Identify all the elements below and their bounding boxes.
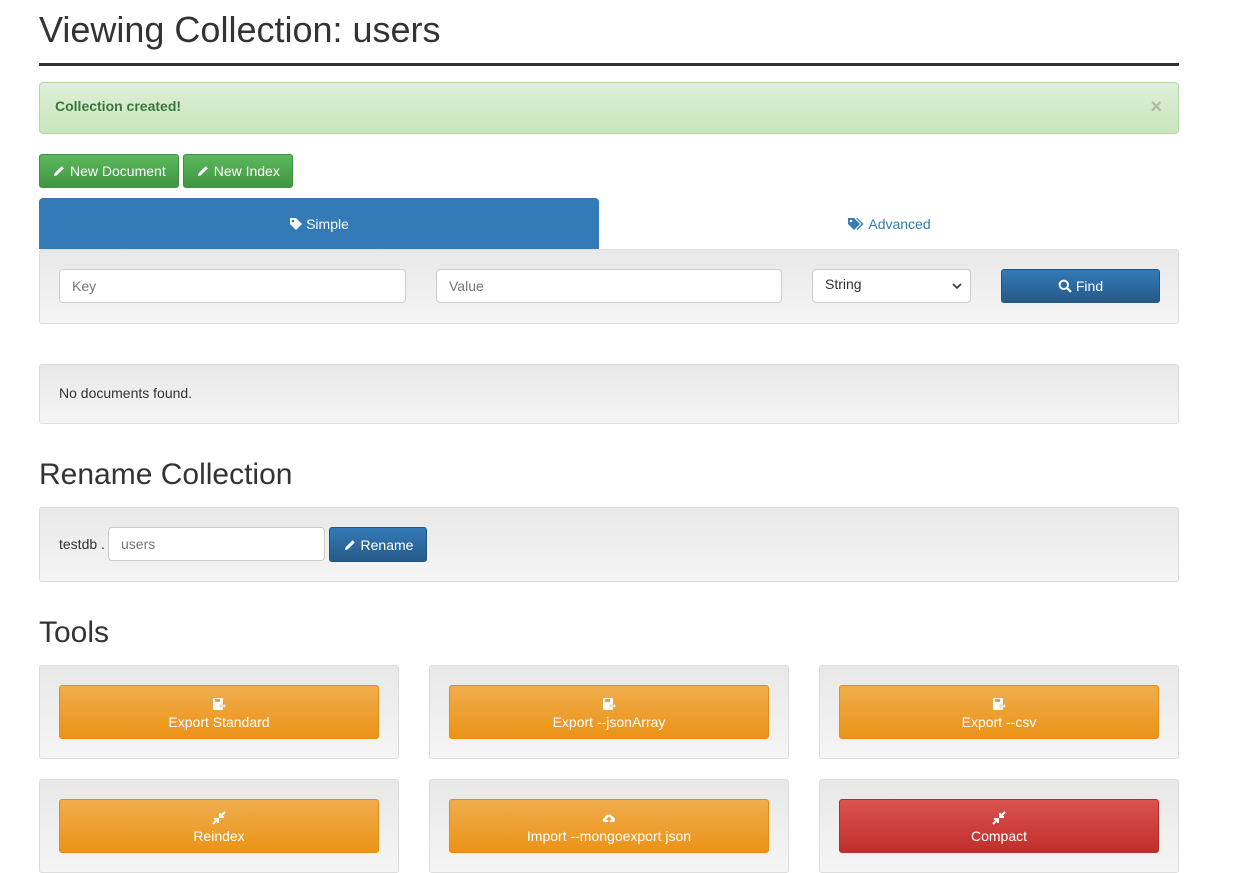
export-standard-label: Export Standard [168,714,270,730]
cloud-upload-icon [602,814,615,824]
new-document-button[interactable]: New Document [39,154,179,188]
compact-label: Compact [970,828,1028,844]
search-icon [1058,279,1072,293]
collection-page: Viewing Collection: users Collection cre… [39,0,1179,873]
rename-section-title: Rename Collection [39,458,293,491]
export-jsonarray-button[interactable]: Export --jsonArray [449,685,769,739]
new-index-button[interactable]: New Index [182,154,293,188]
rename-panel: testdb . Rename [39,507,1179,582]
compress-icon [992,811,1006,825]
export-standard-button[interactable]: Export Standard [59,685,379,739]
query-tabs: Simple Advanced [39,198,1179,249]
tab-advanced-label: Advanced [868,215,931,232]
import-mongoexport-button[interactable]: Import --mongoexport json [449,799,769,853]
find-label: Find [1075,278,1104,294]
chevron-down-icon [952,283,962,290]
export-icon [603,698,616,710]
new-index-label: New Index [213,163,280,179]
tab-advanced[interactable]: Advanced [599,198,1179,249]
tool-export-csv: Export --csv [819,665,1179,759]
alert-message: Collection created! [55,98,182,114]
compress-icon [212,811,226,825]
db-prefix: testdb . [59,536,105,552]
tags-icon [848,217,864,230]
type-select[interactable]: String [812,269,971,303]
tool-import-mongoexport: Import --mongoexport json [429,779,789,873]
tag-icon [290,217,303,230]
no-documents-message: No documents found. [59,385,193,401]
tab-simple-label: Simple [306,215,349,232]
reindex-button[interactable]: Reindex [59,799,379,853]
tool-compact: Compact [819,779,1179,873]
export-csv-label: Export --csv [961,714,1037,730]
pencil-icon [197,166,208,176]
value-input[interactable] [436,269,782,303]
success-alert: Collection created! × [39,82,1179,134]
alert-close-button[interactable]: × [1150,97,1162,117]
tools-section-title: Tools [39,616,110,649]
pencil-icon [54,166,64,176]
tool-export-jsonarray: Export --jsonArray [429,665,789,759]
simple-query-panel: String Find [39,249,1179,324]
find-button[interactable]: Find [1001,269,1160,303]
rename-input[interactable] [108,527,325,561]
export-icon [213,698,226,710]
tab-simple[interactable]: Simple [39,198,599,249]
export-icon [993,698,1006,710]
import-mongoexport-label: Import --mongoexport json [526,828,692,844]
rename-label: Rename [360,536,414,553]
tool-reindex: Reindex [39,779,399,873]
tool-export-standard: Export Standard [39,665,399,759]
results-panel: No documents found. [39,364,1179,424]
compact-button[interactable]: Compact [839,799,1159,853]
export-csv-button[interactable]: Export --csv [839,685,1159,739]
page-title: Viewing Collection: users [39,0,1179,66]
key-input[interactable] [59,269,406,303]
reindex-label: Reindex [193,828,245,844]
new-document-label: New Document [70,163,166,179]
pencil-icon [344,539,355,550]
document-actions: New Document New Index [39,154,293,188]
export-jsonarray-label: Export --jsonArray [552,714,666,730]
rename-button[interactable]: Rename [329,527,427,562]
type-select-value: String [825,276,862,292]
